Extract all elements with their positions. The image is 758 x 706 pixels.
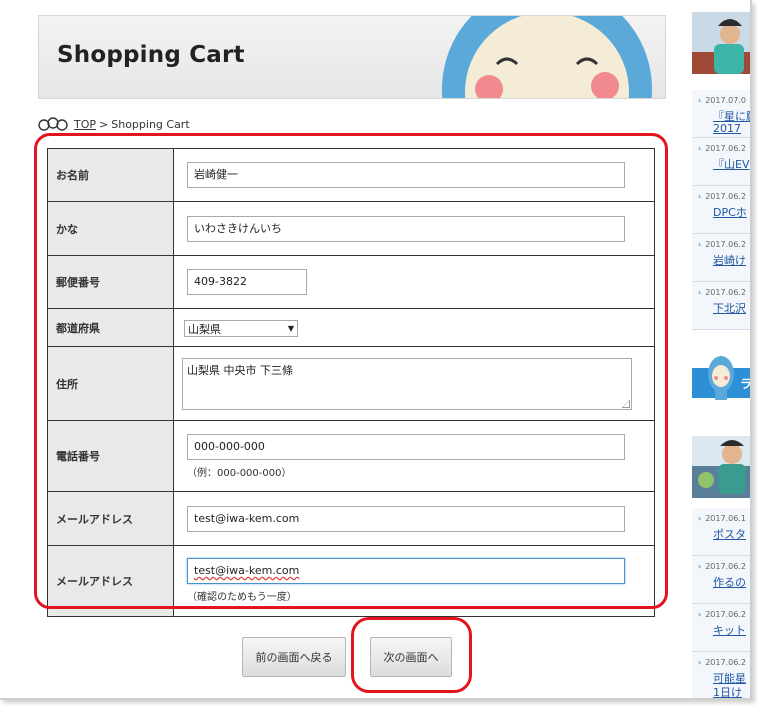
form-row-phone: 電話番号 000-000-000 （例：000-000-000）	[47, 420, 655, 492]
email-confirm-input[interactable]: test@iwa-kem.com	[187, 558, 625, 584]
news-item[interactable]: 2017.06.2 下北沢	[692, 282, 752, 330]
news-date: 2017.07.0	[698, 96, 746, 105]
email-label: メールアドレス	[47, 491, 174, 546]
news-item[interactable]: 2017.07.0 『星に願 2017	[692, 90, 752, 138]
mascot-illustration	[442, 16, 652, 98]
form-row-address: 住所 山梨県 中央市 下三條	[47, 346, 655, 421]
right-sidebar: 2017.07.0 『星に願 2017 2017.06.2 『山EV 2017.…	[692, 0, 752, 700]
resize-handle-icon[interactable]	[622, 399, 630, 408]
page-header: Shopping Cart	[38, 15, 666, 99]
email-confirm-hint: （確認のためもう一度）	[187, 592, 297, 603]
news-date: 2017.06.2	[698, 562, 746, 571]
news-item[interactable]: 2017.06.2 キット	[692, 604, 752, 652]
breadcrumb-current: Shopping Cart	[111, 117, 190, 131]
news-list-top: 2017.07.0 『星に願 2017 2017.06.2 『山EV 2017.…	[692, 90, 752, 330]
postal-label: 郵便番号	[47, 255, 174, 309]
profile-photo-top[interactable]	[692, 12, 750, 74]
news-title[interactable]: DPCホ	[713, 204, 747, 220]
next-button[interactable]: 次の画面へ	[370, 637, 452, 677]
news-item[interactable]: 2017.06.2 DPCホ	[692, 186, 752, 234]
address-value: 山梨県 中央市 下三條	[187, 363, 293, 377]
back-button[interactable]: 前の画面へ戻る	[242, 637, 346, 677]
email-input[interactable]: test@iwa-kem.com	[187, 505, 625, 532]
address-textarea[interactable]: 山梨県 中央市 下三條	[182, 357, 632, 410]
news-item[interactable]: 2017.06.2 岩崎け	[692, 234, 752, 282]
breadcrumb-top-link[interactable]: TOP	[74, 118, 96, 131]
customer-info-form: お名前 岩崎健一 かな いわさきけんいち 郵便番号 409-3822 都道府県 …	[47, 148, 655, 617]
form-row-kana: かな いわさきけんいち	[47, 201, 655, 256]
kana-input[interactable]: いわさきけんいち	[187, 215, 625, 242]
address-label: 住所	[47, 346, 174, 421]
news-item[interactable]: 2017.06.1 ポスタ	[692, 508, 752, 556]
news-item[interactable]: 2017.06.2 『山EV	[692, 138, 752, 186]
news-date: 2017.06.2	[698, 240, 746, 249]
form-row-prefecture: 都道府県 山梨県 ▼	[47, 308, 655, 347]
news-date: 2017.06.2	[698, 288, 746, 297]
breadcrumb: TOP > Shopping Cart	[38, 115, 190, 133]
form-row-email: メールアドレス test@iwa-kem.com	[47, 491, 655, 546]
prefecture-selected-value: 山梨県	[188, 322, 221, 336]
form-row-email-confirm: メールアドレス test@iwa-kem.com （確認のためもう一度）	[47, 545, 655, 617]
dropdown-arrow-icon: ▼	[287, 324, 294, 334]
banner-label: ラ	[740, 377, 752, 391]
postal-input[interactable]: 409-3822	[187, 269, 307, 295]
news-title[interactable]: 作るの	[713, 574, 746, 590]
news-title-line2[interactable]: 2017	[713, 122, 741, 135]
kana-label: かな	[47, 201, 174, 256]
news-item[interactable]: 2017.06.2 作るの	[692, 556, 752, 604]
name-input[interactable]: 岩崎健一	[187, 162, 625, 188]
news-date: 2017.06.2	[698, 144, 746, 153]
form-row-name: お名前 岩崎健一	[47, 148, 655, 202]
news-date: 2017.06.2	[698, 192, 746, 201]
page-title: Shopping Cart	[57, 42, 245, 68]
news-date: 2017.06.2	[698, 658, 746, 667]
profile-photo-bottom[interactable]	[692, 436, 750, 498]
news-title[interactable]: キット	[713, 622, 746, 638]
email-confirm-value: test@iwa-kem.com	[194, 564, 300, 577]
sidebar-banner[interactable]: ラ	[692, 346, 752, 402]
mascot-icon	[38, 117, 68, 131]
email-confirm-label: メールアドレス	[47, 545, 174, 617]
news-title[interactable]: 『山EV	[713, 156, 749, 172]
news-title[interactable]: ポスタ	[713, 526, 746, 542]
name-label: お名前	[47, 148, 174, 202]
news-date: 2017.06.2	[698, 610, 746, 619]
form-row-postal: 郵便番号 409-3822	[47, 255, 655, 309]
prefecture-label: 都道府県	[47, 308, 174, 347]
phone-label: 電話番号	[47, 420, 174, 492]
news-title[interactable]: 岩崎け	[713, 252, 746, 268]
mascot-icon	[708, 356, 734, 400]
breadcrumb-separator: >	[99, 117, 109, 131]
news-title[interactable]: 下北沢	[713, 300, 746, 316]
phone-hint: （例：000-000-000）	[187, 467, 292, 479]
news-date: 2017.06.1	[698, 514, 746, 523]
prefecture-select[interactable]: 山梨県 ▼	[184, 320, 298, 338]
news-item[interactable]: 2017.06.2 可能星 1日け	[692, 652, 752, 700]
news-list-bottom: 2017.06.1 ポスタ 2017.06.2 作るの 2017.06.2 キッ…	[692, 508, 752, 700]
news-title-line2[interactable]: 1日け	[713, 684, 742, 700]
phone-input[interactable]: 000-000-000	[187, 433, 625, 460]
